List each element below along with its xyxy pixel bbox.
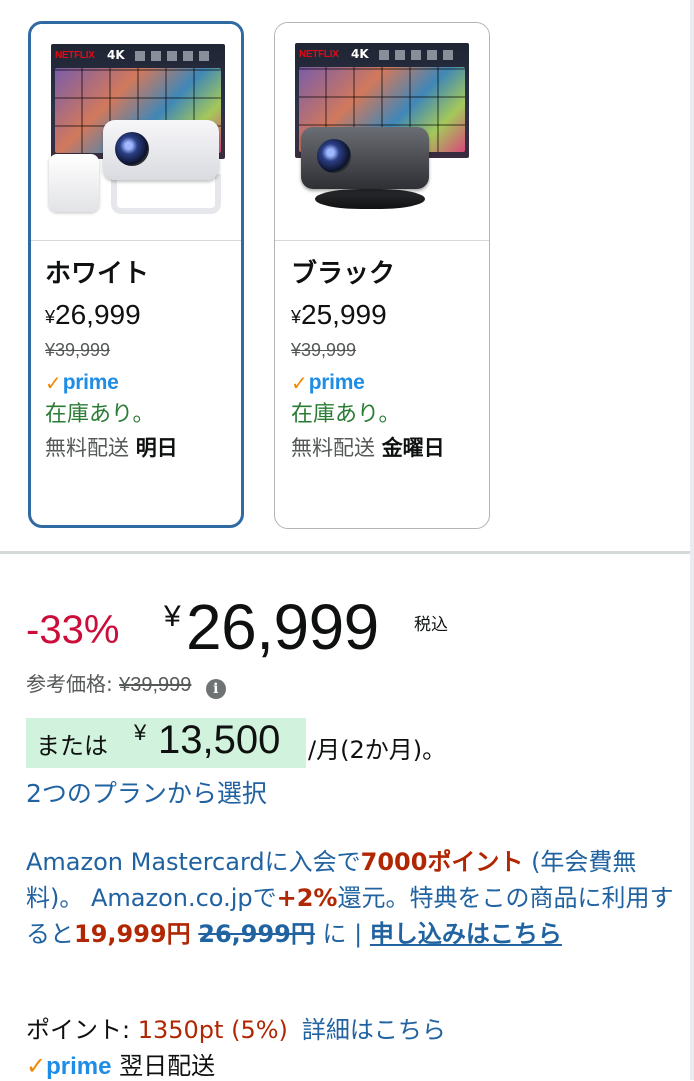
stand-graphic bbox=[315, 189, 425, 209]
stock-status: 在庫あり。 bbox=[45, 402, 155, 427]
main-price-row: -33% ¥ 26,999 税込 bbox=[26, 590, 686, 670]
prime-check-icon: ✓ bbox=[45, 371, 62, 395]
shipping-info: 無料配送 明日 bbox=[45, 436, 178, 460]
4k-badge-text: 4K bbox=[351, 47, 369, 61]
netflix-logo-text: NETFLIX bbox=[299, 49, 339, 60]
stock-status: 在庫あり。 bbox=[291, 402, 401, 427]
variant-price: ¥26,999 bbox=[45, 299, 141, 330]
prime-label: prime bbox=[46, 1053, 112, 1080]
variant-selector: NETFLIX 4K ホワイト ¥26,999 ¥39,999 ✓ prime 在… bbox=[0, 0, 694, 552]
remote-cube-graphic bbox=[49, 154, 99, 212]
apply-link[interactable]: 申し込みはこちら bbox=[370, 920, 562, 948]
tax-label: 税込 bbox=[414, 615, 448, 635]
points-percent: (5%) bbox=[231, 1016, 288, 1044]
shipping-info: 無料配送 金曜日 bbox=[291, 436, 445, 460]
variant-card-black[interactable]: NETFLIX 4K ブラック ¥25,999 ¥39,999 ✓ prime 在… bbox=[274, 22, 490, 529]
variant-card-white[interactable]: NETFLIX 4K ホワイト ¥26,999 ¥39,999 ✓ prime 在… bbox=[28, 21, 244, 528]
installment-period: /月(2か月)。 bbox=[308, 736, 447, 764]
plans-link[interactable]: 2つのプランから選択 bbox=[26, 774, 267, 810]
info-icon[interactable]: i bbox=[205, 679, 226, 699]
product-image-white: NETFLIX 4K bbox=[31, 24, 241, 241]
prime-badge: ✓ prime bbox=[291, 371, 365, 395]
projector-black-graphic bbox=[301, 127, 429, 189]
promo-bonus: +2% bbox=[276, 884, 338, 912]
promo-original-price: 26,999円 bbox=[198, 920, 315, 948]
reference-price: ¥39,999 bbox=[119, 674, 192, 696]
installment-prefix: または bbox=[36, 732, 108, 760]
netflix-logo-text: NETFLIX bbox=[55, 50, 95, 61]
points-label: ポイント: bbox=[26, 1016, 138, 1044]
main-price: 26,999 bbox=[186, 591, 379, 663]
reference-price-row: 参考価格: ¥39,999 i bbox=[26, 668, 226, 699]
variant-price: ¥25,999 bbox=[291, 299, 387, 330]
points-row: ポイント: 1350pt (5%) 詳細はこちら bbox=[26, 1010, 446, 1045]
installment-amount: 13,500 bbox=[158, 718, 281, 762]
points-value: 1350pt bbox=[137, 1016, 224, 1044]
4k-badge-text: 4K bbox=[107, 48, 125, 62]
projector-white-graphic bbox=[103, 120, 219, 180]
discount-percent: -33% bbox=[26, 608, 120, 652]
prime-check-icon: ✓ bbox=[26, 1052, 47, 1080]
section-divider bbox=[0, 551, 694, 554]
variant-name: ブラック bbox=[291, 259, 396, 289]
promo-discounted-price: 19,999円 bbox=[74, 920, 191, 948]
installment-currency: ¥ bbox=[134, 720, 147, 745]
points-detail-link[interactable]: 詳細はこちら bbox=[302, 1016, 446, 1044]
lens-graphic bbox=[317, 139, 351, 173]
lens-graphic bbox=[115, 132, 149, 166]
variant-name: ホワイト bbox=[45, 259, 150, 289]
delivery-text: 翌日配送 bbox=[119, 1052, 216, 1080]
installment-row: または ¥ 13,500 /月(2か月)。 bbox=[26, 718, 666, 768]
stand-graphic bbox=[111, 174, 221, 214]
prime-delivery-row: ✓prime 翌日配送 bbox=[26, 1046, 215, 1081]
mastercard-promo: Amazon Mastercardに入会で7000ポイント (年会費無料)。 A… bbox=[26, 848, 674, 948]
variant-list-price: ¥39,999 bbox=[45, 340, 111, 360]
prime-check-icon: ✓ bbox=[291, 371, 308, 395]
prime-badge: ✓ prime bbox=[45, 371, 119, 395]
variant-list-price: ¥39,999 bbox=[291, 340, 357, 360]
scroll-edge bbox=[690, 0, 694, 1080]
price-currency: ¥ bbox=[164, 600, 181, 633]
promo-points: 7000ポイント bbox=[360, 848, 524, 876]
product-image-black: NETFLIX 4K bbox=[275, 23, 489, 241]
reference-label: 参考価格: bbox=[26, 672, 113, 696]
